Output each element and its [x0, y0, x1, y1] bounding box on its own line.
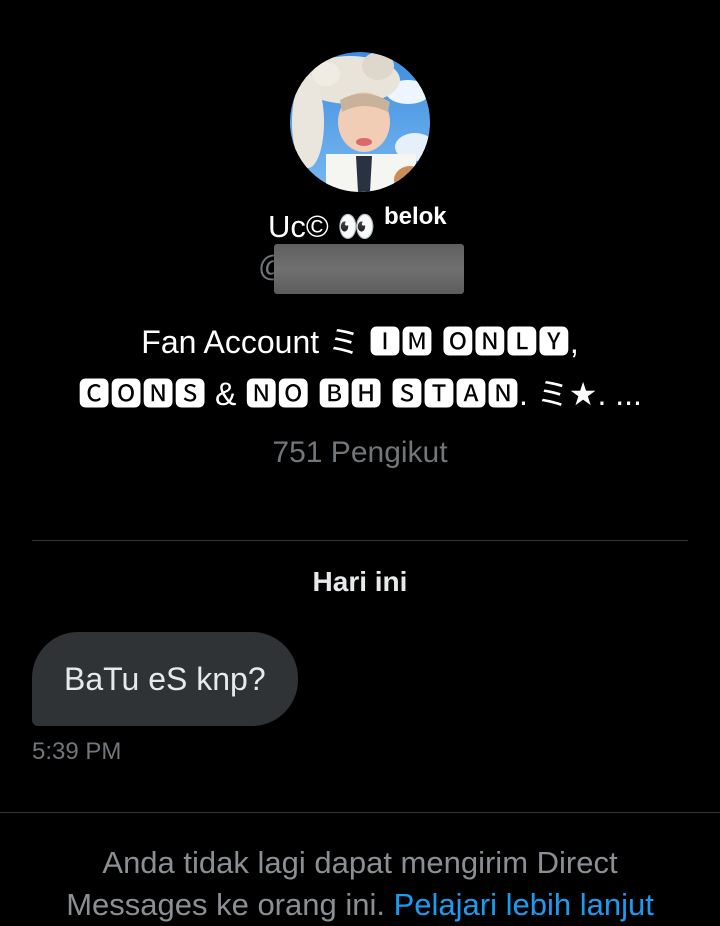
divider: [0, 812, 720, 813]
handle-redaction: [274, 244, 464, 294]
dm-restricted-notice: Anda tidak lagi dapat mengirim Direct Me…: [0, 842, 720, 926]
message-text: BaTu eS knp?: [64, 660, 266, 697]
message-bubble[interactable]: BaTu eS knp?: [32, 632, 298, 726]
display-name-suffix: belok: [383, 203, 447, 230]
divider: [32, 540, 688, 541]
notice-text: Messages ke orang ini.: [66, 887, 385, 922]
bio-line-2: 🅲🅾🅽🆂 & 🅽🅾 🅱🅷 🆂🆃🅰🅽. ミ★. ...: [78, 376, 642, 412]
notice-line-2: Messages ke orang ini. Pelajari lebih la…: [0, 884, 720, 926]
display-name: Uc© 👀: [268, 209, 376, 244]
avatar[interactable]: [290, 52, 430, 192]
avatar-image: [290, 52, 430, 192]
bio-line-1: Fan Account ミ 🅸🅼 🅾🅽🅻🆈,: [141, 324, 579, 360]
handle-row: @: [258, 244, 478, 294]
followers-count[interactable]: 751 Pengikut: [0, 436, 720, 470]
learn-more-link[interactable]: Pelajari lebih lanjut: [394, 887, 654, 922]
notice-line-1: Anda tidak lagi dapat mengirim Direct: [102, 845, 618, 880]
bio: Fan Account ミ 🅸🅼 🅾🅽🅻🆈, 🅲🅾🅽🆂 & 🅽🅾 🅱🅷 🆂🆃🅰🅽…: [40, 316, 680, 420]
message-timestamp: 5:39 PM: [32, 738, 122, 765]
date-separator: Hari ini: [312, 566, 408, 597]
display-name-row: Uc© 👀 belok: [268, 203, 447, 248]
profile-header: Uc© 👀 belok @ Fan Account ミ 🅸🅼 🅾🅽🅻🆈, 🅲🅾🅽…: [0, 0, 720, 540]
